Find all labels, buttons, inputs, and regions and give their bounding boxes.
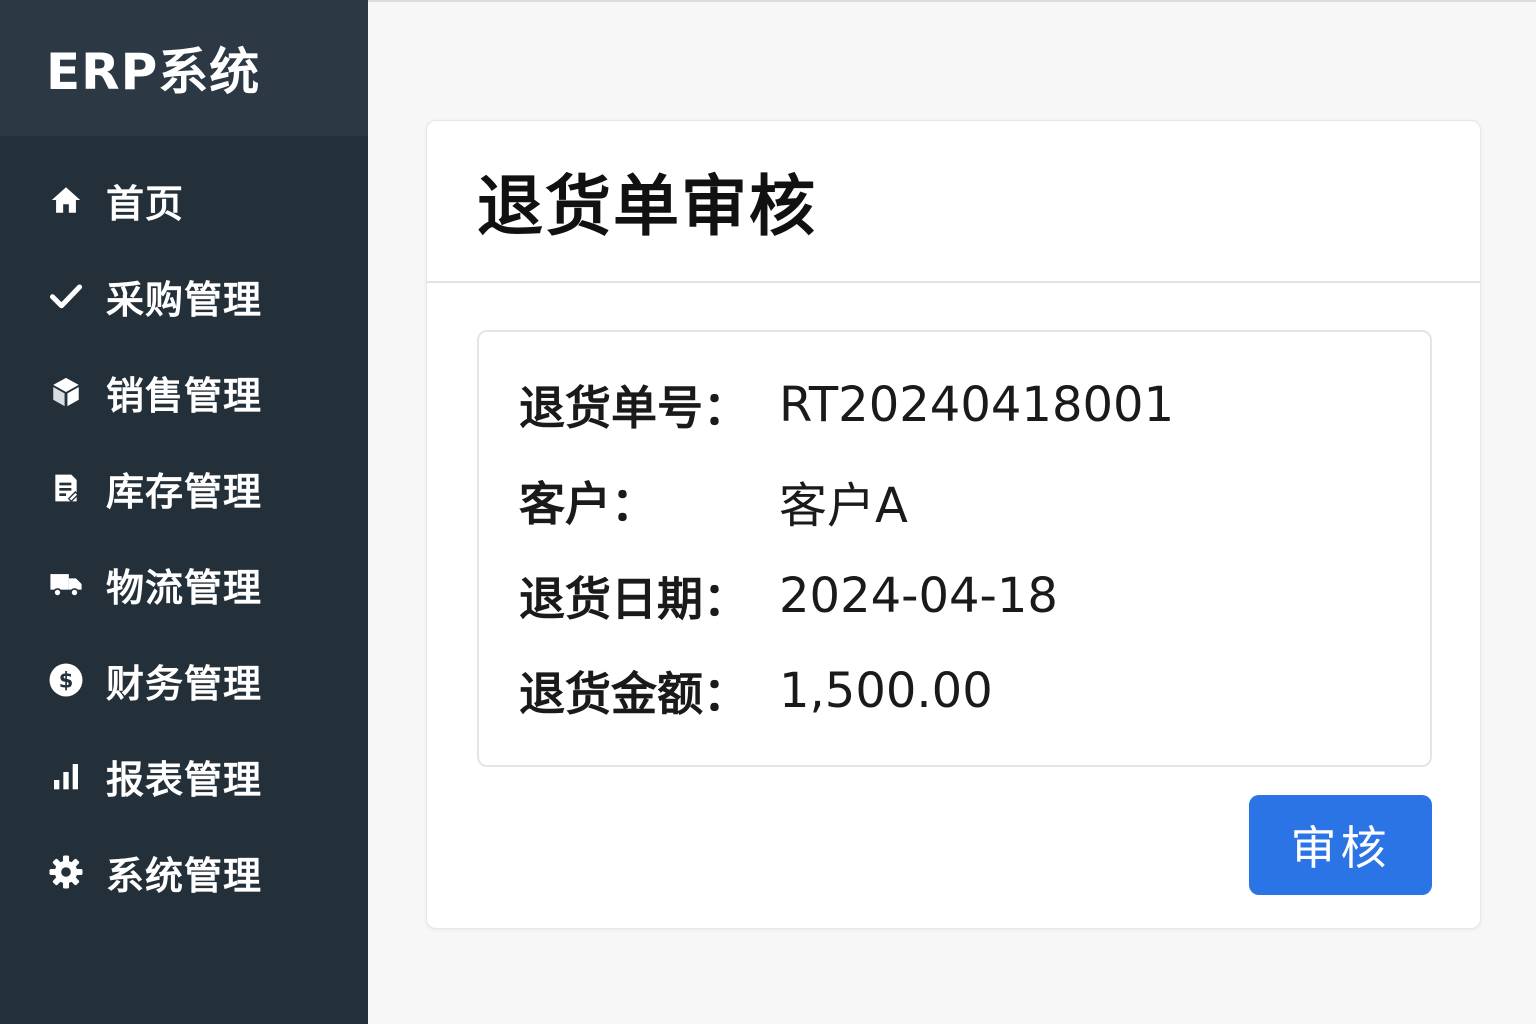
sidebar-item-label: 采购管理 bbox=[106, 277, 263, 322]
sidebar-item-label: 财务管理 bbox=[106, 661, 263, 706]
sidebar-item-label: 系统管理 bbox=[106, 853, 263, 898]
brand-header: ERP系统 bbox=[0, 0, 368, 136]
sidebar-item-inventory[interactable]: 库存管理 bbox=[0, 440, 368, 536]
page-title: 退货单审核 bbox=[477, 168, 817, 245]
approve-button[interactable]: 审核 bbox=[1249, 795, 1432, 895]
return-amount-value: 1,500.00 bbox=[779, 663, 993, 719]
sidebar-item-label: 库存管理 bbox=[106, 469, 263, 514]
check-icon bbox=[46, 276, 86, 316]
truck-icon bbox=[46, 564, 86, 604]
return-number-value: RT20240418001 bbox=[779, 377, 1175, 433]
detail-row-customer: 客户： 客户A bbox=[519, 471, 908, 534]
sidebar-item-label: 物流管理 bbox=[106, 565, 263, 610]
detail-row-return-amount: 退货金额： 1,500.00 bbox=[519, 661, 993, 721]
gear-icon bbox=[46, 852, 86, 892]
sidebar-item-label: 销售管理 bbox=[106, 373, 263, 418]
return-date-value: 2024-04-18 bbox=[779, 568, 1058, 624]
bar-chart-icon bbox=[46, 756, 86, 796]
return-amount-label: 退货金额： bbox=[519, 667, 749, 721]
sidebar-item-label: 首页 bbox=[106, 181, 185, 226]
brand-title: ERP系统 bbox=[46, 43, 261, 101]
document-icon bbox=[46, 468, 86, 508]
top-divider bbox=[368, 0, 1536, 2]
detail-row-return-number: 退货单号： RT20240418001 bbox=[519, 375, 1174, 435]
sidebar-item-purchasing[interactable]: 采购管理 bbox=[0, 248, 368, 344]
svg-text:$: $ bbox=[59, 669, 74, 693]
return-details: 退货单号： RT20240418001 客户： 客户A 退货日期： 2024-0… bbox=[477, 330, 1432, 767]
sidebar-item-finance[interactable]: $ 财务管理 bbox=[0, 632, 368, 728]
home-icon bbox=[46, 180, 86, 220]
return-number-label: 退货单号： bbox=[519, 381, 749, 435]
sidebar-item-reports[interactable]: 报表管理 bbox=[0, 728, 368, 824]
app-window: ERP系统 首页 采购管理 销售管理 库存管理 物流管理 $ 财务管理 报表管理… bbox=[0, 0, 1536, 1024]
dollar-icon: $ bbox=[46, 660, 86, 700]
return-review-card: 退货单审核 退货单号： RT20240418001 客户： 客户A 退货日期： … bbox=[426, 120, 1481, 929]
card-header: 退货单审核 bbox=[427, 121, 1480, 283]
sidebar-item-sales[interactable]: 销售管理 bbox=[0, 344, 368, 440]
sidebar-item-logistics[interactable]: 物流管理 bbox=[0, 536, 368, 632]
sidebar-item-home[interactable]: 首页 bbox=[0, 152, 368, 248]
sidebar-item-system[interactable]: 系统管理 bbox=[0, 824, 368, 920]
sidebar: ERP系统 首页 采购管理 销售管理 库存管理 物流管理 $ 财务管理 报表管理… bbox=[0, 0, 368, 1024]
customer-value: 客户A bbox=[779, 478, 908, 534]
box-icon bbox=[46, 372, 86, 412]
detail-row-return-date: 退货日期： 2024-04-18 bbox=[519, 566, 1058, 626]
return-date-label: 退货日期： bbox=[519, 572, 749, 626]
customer-label: 客户： bbox=[519, 477, 657, 531]
sidebar-nav: 首页 采购管理 销售管理 库存管理 物流管理 $ 财务管理 报表管理 系统管理 bbox=[0, 152, 368, 920]
sidebar-item-label: 报表管理 bbox=[106, 757, 263, 802]
